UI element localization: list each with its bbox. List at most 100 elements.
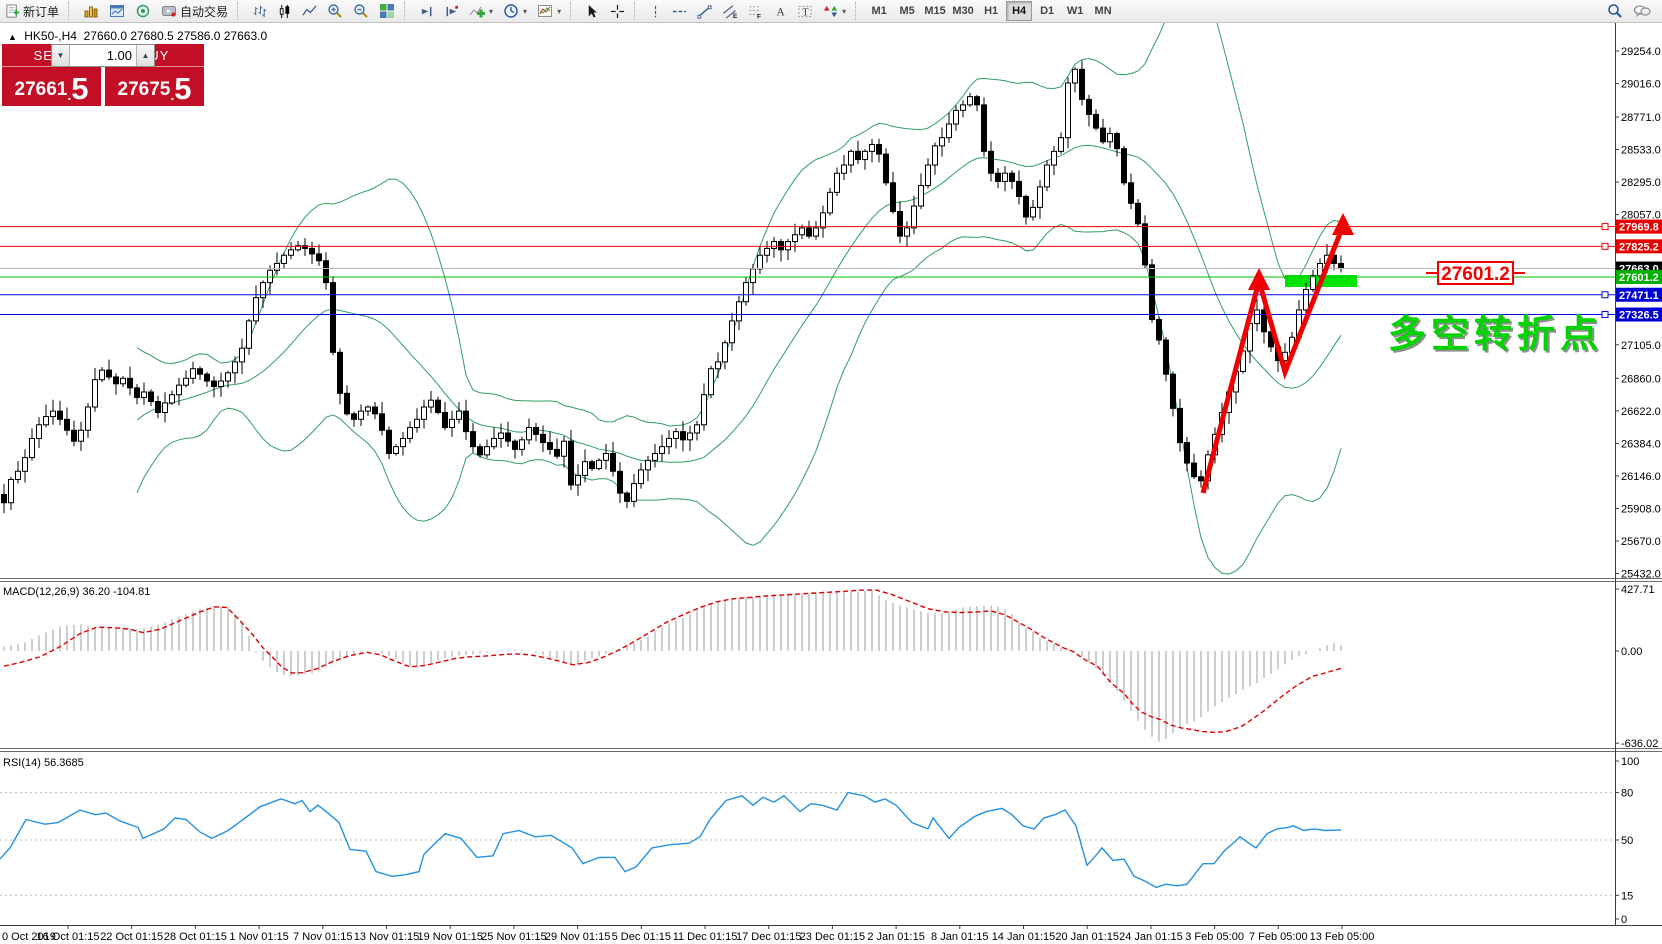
svg-text:24 Jan 01:15: 24 Jan 01:15 [1119,931,1183,943]
svg-text:26860.0: 26860.0 [1621,373,1661,385]
svg-text:RSI(14) 56.3685: RSI(14) 56.3685 [3,757,84,769]
svg-text:28 Oct 01:15: 28 Oct 01:15 [164,931,227,943]
svg-text:2 Jan 01:15: 2 Jan 01:15 [867,931,925,943]
profiles-button[interactable] [104,1,130,21]
crosshair-icon [611,4,625,18]
svg-text:14 Jan 01:15: 14 Jan 01:15 [992,931,1056,943]
svg-text:13 Feb 05:00: 13 Feb 05:00 [1310,931,1375,943]
svg-text:0.00: 0.00 [1621,646,1642,658]
svg-text:26384.0: 26384.0 [1621,438,1661,450]
svg-text:50: 50 [1621,835,1633,847]
svg-text:27326.5: 27326.5 [1619,310,1659,322]
timeframe-m5[interactable]: M5 [894,1,920,21]
text-icon: A [777,6,786,18]
one-click-trading-panel: SELL 27661.5 BUY 27675.5 ▼ 1.00 ▲ [2,44,204,106]
svg-text:17 Dec 01:15: 17 Dec 01:15 [736,931,801,943]
arrows-button[interactable]: ▾ [818,1,851,21]
svg-text:7 Nov 01:15: 7 Nov 01:15 [293,931,352,943]
line-chart-button[interactable] [297,1,322,21]
svg-text:22 Oct 01:15: 22 Oct 01:15 [100,931,163,943]
tile-windows-button[interactable] [374,1,400,21]
svg-text:27825.2: 27825.2 [1619,241,1659,253]
chat-button[interactable] [1628,1,1656,21]
text-label-button[interactable]: T [792,1,818,21]
volume-control: ▼ 1.00 ▲ [51,44,155,67]
periods-caret: ▾ [523,6,528,16]
toolbar-separator [404,2,411,20]
new-order-label: 新订单 [23,4,60,19]
horizontal-line-button[interactable] [667,1,692,21]
svg-text:A: A [777,6,786,18]
auto-scroll-button[interactable] [414,1,439,21]
zoom-out-icon [354,4,368,18]
svg-text:80: 80 [1621,788,1633,800]
new-order-icon [6,3,20,18]
svg-text:26622.0: 26622.0 [1621,406,1661,418]
autotrading-icon [162,6,177,17]
timeframe-d1[interactable]: D1 [1034,1,1060,21]
timeframe-m30[interactable]: M30 [950,1,976,21]
toolbar-separator [634,2,641,20]
toolbar-separator [68,2,75,20]
svg-text:E: E [733,13,738,19]
new-order-button[interactable]: 新订单 [0,1,64,21]
chart-canvas[interactable]: 27969.827825.227663.027601.227471.127326… [0,0,1662,944]
templates-button[interactable]: ▾ [532,1,566,21]
svg-text:F: F [757,13,761,18]
chart-shift-icon [446,5,459,16]
new-chart-button[interactable] [78,1,104,21]
volume-increase-button[interactable]: ▲ [136,45,154,66]
svg-text:19 Nov 01:15: 19 Nov 01:15 [417,931,482,943]
profiles-icon [110,5,125,17]
vertical-line-button[interactable] [644,1,667,21]
zoom-in-button[interactable] [322,1,348,21]
zoom-in-icon [328,4,342,18]
bar-chart-icon [253,5,267,17]
periods-button[interactable]: ▾ [498,1,532,21]
svg-text:25908.0: 25908.0 [1621,503,1661,515]
indicators-button[interactable]: ▾ [464,1,498,21]
svg-text:29254.0: 29254.0 [1621,46,1661,58]
symbol-marker-icon: ▲ [8,32,17,42]
volume-decrease-button[interactable]: ▼ [52,45,70,66]
fibonacci-icon: F [749,5,761,19]
auto-scroll-icon [421,6,432,16]
fibonacci-button[interactable]: F [743,1,769,21]
zoom-out-button[interactable] [348,1,374,21]
timeframe-m1[interactable]: M1 [866,1,892,21]
tile-windows-icon [380,4,395,18]
chart-shift-button[interactable] [439,1,464,21]
svg-text:28057.0: 28057.0 [1621,210,1661,222]
timeframe-mn[interactable]: MN [1090,1,1116,21]
channel-button[interactable]: E [717,1,743,21]
cursor-button[interactable] [580,1,605,21]
zigzag-arrows [1200,213,1354,494]
svg-text:28771.0: 28771.0 [1621,112,1661,124]
time-axis: 0 Oct 201916 Oct 01:15 22 Oct 01:15 28 Oct… [2,925,1374,943]
autotrading-button[interactable]: 自动交易 [156,1,233,21]
trendline-button[interactable] [692,1,717,21]
search-button[interactable] [1602,1,1628,21]
volume-input[interactable]: 1.00 [70,45,136,66]
timeframe-m15[interactable]: M15 [922,1,948,21]
crosshair-button[interactable] [605,1,630,21]
bar-chart-button[interactable] [247,1,272,21]
text-label-icon: T [798,5,812,18]
templates-caret: ▾ [557,6,562,16]
channel-icon: E [723,4,738,19]
svg-text:26146.0: 26146.0 [1621,471,1661,483]
timeframe-toolbar: M1 M5 M15 M30 H1 H4 D1 W1 MN [865,0,1117,22]
chart-header: ▲ HK50-,H4 27660.0 27680.5 27586.0 27663… [8,29,267,43]
rsi-guide-lines [0,792,1615,896]
mt4-window: { "toolbar": { "new_order_label": "新订单",… [0,0,1662,944]
data-window-button[interactable] [130,1,156,21]
svg-text:1 Nov 01:15: 1 Nov 01:15 [229,931,288,943]
timeframe-h1[interactable]: H1 [978,1,1004,21]
timeframe-w1[interactable]: W1 [1062,1,1088,21]
svg-text:T: T [802,7,809,18]
search-icon [1608,4,1622,18]
text-button[interactable]: A [769,1,792,21]
arrows-icon [824,5,838,17]
timeframe-h4[interactable]: H4 [1006,1,1033,21]
candlestick-chart-button[interactable] [272,1,297,21]
